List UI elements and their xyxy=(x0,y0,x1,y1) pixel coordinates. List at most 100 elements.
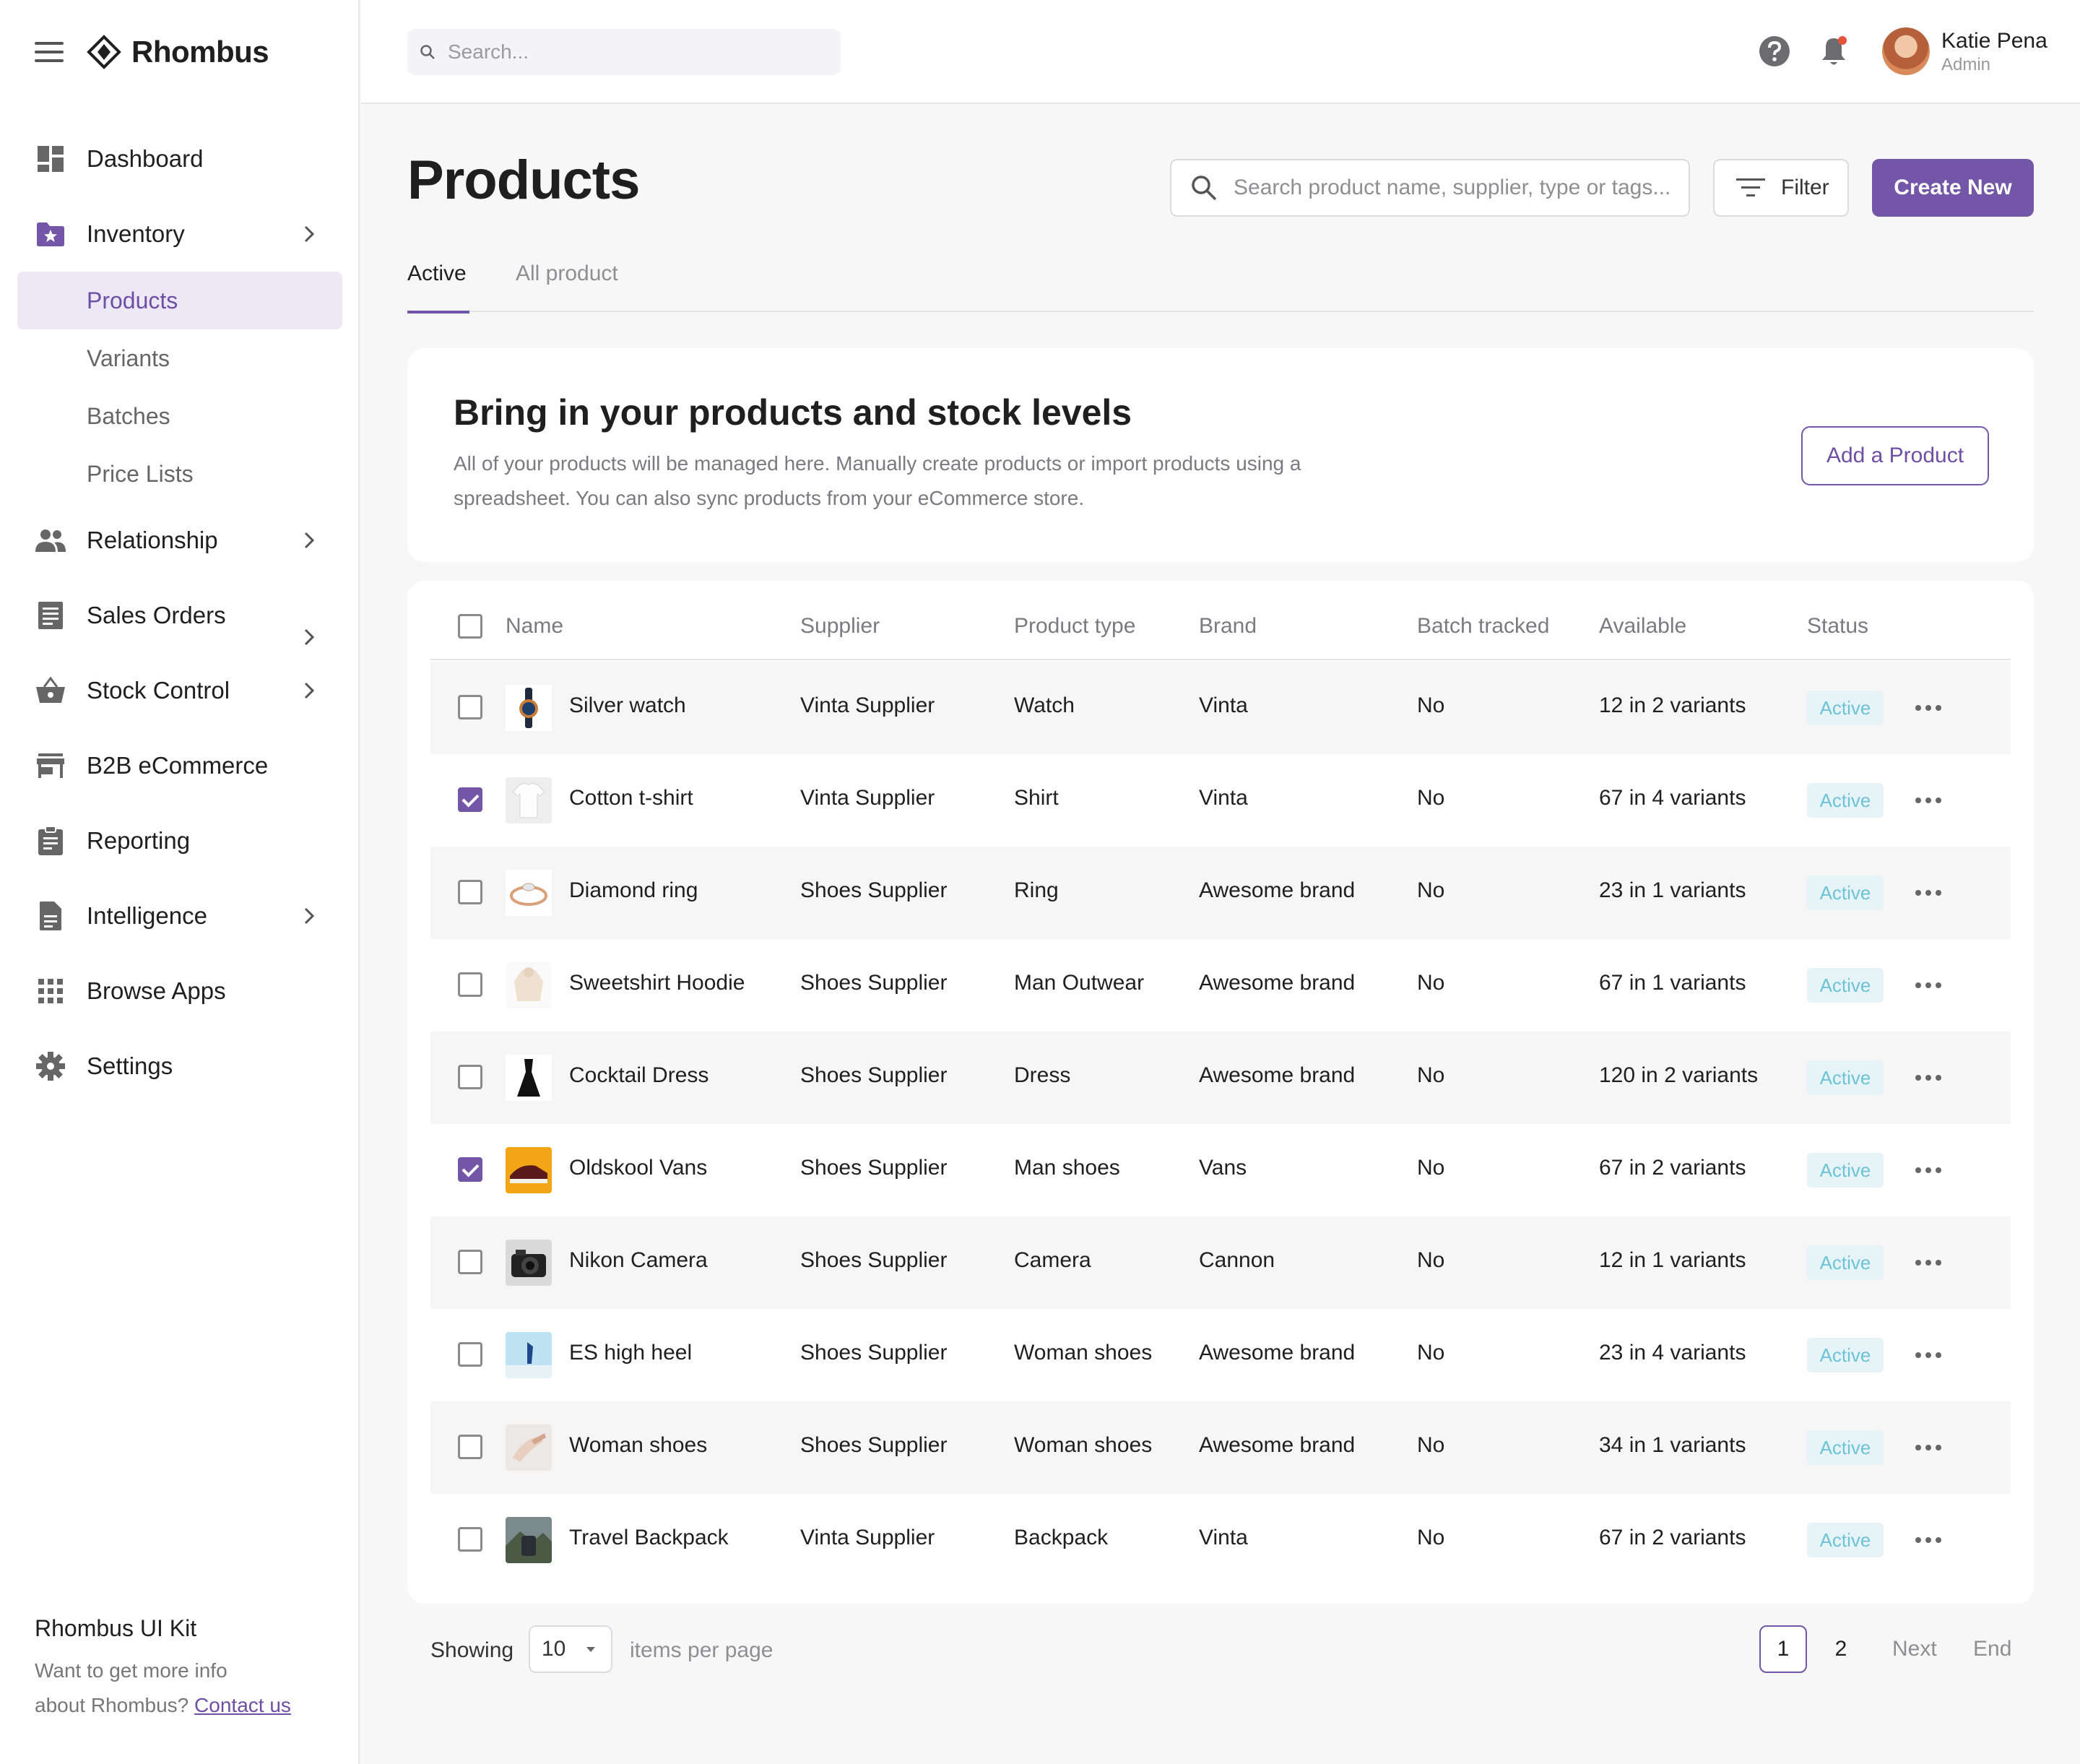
more-options-icon[interactable] xyxy=(1915,1253,1941,1273)
product-thumbnail xyxy=(506,870,552,916)
sidebar-subitem-price-lists[interactable]: Price Lists xyxy=(17,445,342,503)
next-page-button[interactable]: Next xyxy=(1892,1625,1937,1673)
product-supplier: Vinta Supplier xyxy=(800,1526,935,1549)
sidebar-item-inventory[interactable]: Inventory xyxy=(17,205,342,263)
sidebar-item-reporting[interactable]: Reporting xyxy=(17,812,342,870)
table-row[interactable]: Woman shoes Shoes Supplier Woman shoes A… xyxy=(430,1401,2011,1494)
product-type: Dress xyxy=(1014,1063,1071,1087)
sidebar-item-label: Relationship xyxy=(87,527,218,553)
product-supplier: Shoes Supplier xyxy=(800,1341,948,1365)
help-icon[interactable] xyxy=(1758,35,1791,68)
more-options-icon[interactable] xyxy=(1915,698,1941,718)
product-brand: Vans xyxy=(1199,1156,1247,1180)
product-name[interactable]: Oldskool Vans xyxy=(569,1156,707,1180)
table-row[interactable]: Cocktail Dress Shoes Supplier Dress Awes… xyxy=(430,1032,2011,1124)
product-type: Backpack xyxy=(1014,1526,1109,1549)
product-available: 67 in 1 variants xyxy=(1599,971,1746,995)
product-thumbnail xyxy=(506,1240,552,1286)
table-row[interactable]: ES high heel Shoes Supplier Woman shoes … xyxy=(430,1309,2011,1401)
status-badge: Active xyxy=(1807,1338,1884,1372)
contact-us-link[interactable]: Contact us xyxy=(194,1694,291,1716)
table-row[interactable]: Nikon Camera Shoes Supplier Camera Canno… xyxy=(430,1216,2011,1309)
product-type: Man shoes xyxy=(1014,1156,1120,1180)
store-icon xyxy=(35,750,66,782)
row-checkbox[interactable] xyxy=(458,880,482,904)
table-row[interactable]: Silver watch Vinta Supplier Watch Vinta … xyxy=(430,662,2011,754)
product-name[interactable]: Silver watch xyxy=(569,693,686,718)
row-checkbox[interactable] xyxy=(458,972,482,997)
product-name[interactable]: Diamond ring xyxy=(569,878,698,903)
product-name[interactable]: Nikon Camera xyxy=(569,1248,708,1273)
select-all-checkbox[interactable] xyxy=(458,614,482,639)
table-row[interactable]: Sweetshirt Hoodie Shoes Supplier Man Out… xyxy=(430,939,2011,1032)
column-header-product-type[interactable]: Product type xyxy=(1014,614,1135,639)
product-batch-tracked: No xyxy=(1417,1526,1445,1549)
row-checkbox[interactable] xyxy=(458,1342,482,1367)
column-header-batch-tracked[interactable]: Batch tracked xyxy=(1417,614,1549,639)
sidebar-subitem-variants[interactable]: Variants xyxy=(17,329,342,387)
page-1-button[interactable]: 1 xyxy=(1759,1625,1807,1673)
sidebar-item-sales-orders[interactable]: Sales Orders xyxy=(17,587,342,646)
column-header-status[interactable]: Status xyxy=(1807,614,1868,639)
product-search[interactable] xyxy=(1170,159,1690,217)
column-header-available[interactable]: Available xyxy=(1599,614,1686,639)
product-name[interactable]: Sweetshirt Hoodie xyxy=(569,971,745,995)
global-search-input[interactable] xyxy=(448,40,823,64)
product-name[interactable]: ES high heel xyxy=(569,1341,692,1365)
sidebar-item-relationship[interactable]: Relationship xyxy=(17,511,342,569)
sidebar-subitem-batches[interactable]: Batches xyxy=(17,387,342,445)
tab-all-product[interactable]: All product xyxy=(516,261,618,312)
banner-title: Bring in your products and stock levels xyxy=(454,392,1132,433)
row-checkbox[interactable] xyxy=(458,1157,482,1182)
tab-active[interactable]: Active xyxy=(407,261,469,314)
per-page-value: 10 xyxy=(542,1637,566,1661)
more-options-icon[interactable] xyxy=(1915,1160,1941,1180)
hamburger-menu-icon[interactable] xyxy=(35,42,64,62)
more-options-icon[interactable] xyxy=(1915,790,1941,810)
product-name[interactable]: Cotton t-shirt xyxy=(569,786,693,810)
column-header-supplier[interactable]: Supplier xyxy=(800,614,880,639)
status-badge: Active xyxy=(1807,691,1884,725)
more-options-icon[interactable] xyxy=(1915,975,1941,995)
more-options-icon[interactable] xyxy=(1915,1530,1941,1550)
add-product-button[interactable]: Add a Product xyxy=(1801,426,1989,485)
sidebar-item-b2b-ecommerce[interactable]: B2B eCommerce xyxy=(17,737,342,795)
more-options-icon[interactable] xyxy=(1915,1437,1941,1458)
row-checkbox[interactable] xyxy=(458,1065,482,1089)
row-checkbox[interactable] xyxy=(458,1250,482,1274)
sidebar-item-stock-control[interactable]: Stock Control xyxy=(17,662,342,719)
more-options-icon[interactable] xyxy=(1915,1345,1941,1365)
row-checkbox[interactable] xyxy=(458,695,482,719)
sidebar-item-settings[interactable]: Settings xyxy=(17,1037,342,1095)
table-row[interactable]: Oldskool Vans Shoes Supplier Man shoes V… xyxy=(430,1124,2011,1216)
filter-button[interactable]: Filter xyxy=(1713,159,1849,217)
receipt-icon xyxy=(35,600,66,631)
page-2-button[interactable]: 2 xyxy=(1817,1625,1865,1673)
end-page-button[interactable]: End xyxy=(1973,1625,2011,1673)
sidebar-subitem-products[interactable]: Products xyxy=(17,272,342,329)
sidebar-item-label: Stock Control xyxy=(87,677,230,704)
more-options-icon[interactable] xyxy=(1915,883,1941,903)
product-brand: Awesome brand xyxy=(1199,1063,1356,1087)
per-page-select[interactable]: 10 xyxy=(529,1625,612,1673)
sidebar-item-intelligence[interactable]: Intelligence xyxy=(17,887,342,945)
column-header-name[interactable]: Name xyxy=(506,614,563,639)
bell-icon[interactable] xyxy=(1817,35,1850,68)
table-row[interactable]: Travel Backpack Vinta Supplier Backpack … xyxy=(430,1494,2011,1586)
product-name[interactable]: Woman shoes xyxy=(569,1433,707,1458)
table-row[interactable]: Cotton t-shirt Vinta Supplier Shirt Vint… xyxy=(430,754,2011,847)
sidebar-item-dashboard[interactable]: Dashboard xyxy=(17,130,342,188)
row-checkbox[interactable] xyxy=(458,1435,482,1459)
sidebar-item-browse-apps[interactable]: Browse Apps xyxy=(17,962,342,1020)
product-name[interactable]: Cocktail Dress xyxy=(569,1063,708,1088)
row-checkbox[interactable] xyxy=(458,787,482,812)
create-new-button[interactable]: Create New xyxy=(1872,159,2034,217)
row-checkbox[interactable] xyxy=(458,1527,482,1552)
product-search-input[interactable] xyxy=(1234,176,1681,200)
more-options-icon[interactable] xyxy=(1915,1068,1941,1088)
avatar[interactable] xyxy=(1882,27,1930,75)
table-row[interactable]: Diamond ring Shoes Supplier Ring Awesome… xyxy=(430,847,2011,939)
global-search[interactable] xyxy=(407,29,841,75)
column-header-brand[interactable]: Brand xyxy=(1199,614,1257,639)
product-name[interactable]: Travel Backpack xyxy=(569,1526,729,1550)
